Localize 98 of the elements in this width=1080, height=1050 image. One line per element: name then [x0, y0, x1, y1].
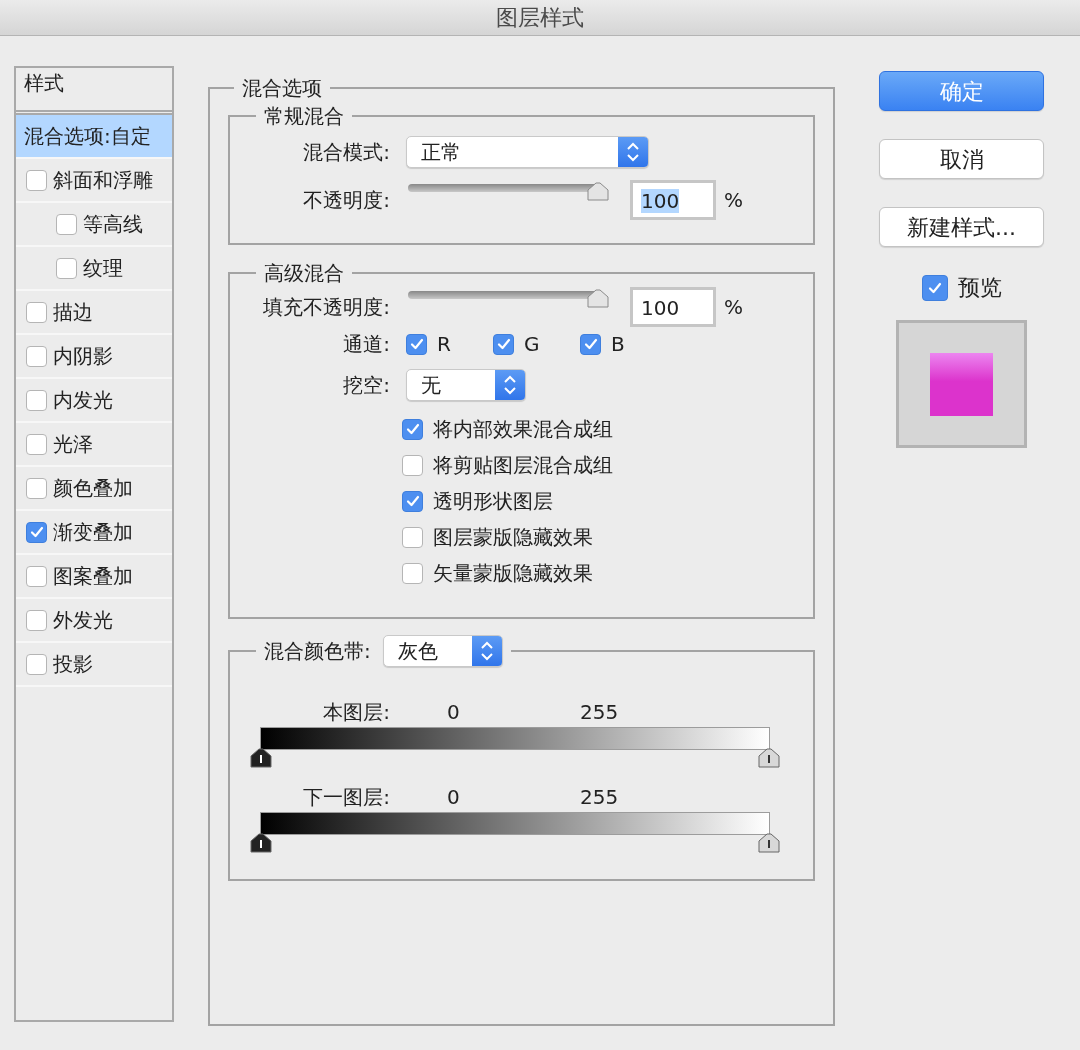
- number-field[interactable]: 100: [630, 180, 716, 220]
- item-label: 混合选项:自定: [24, 123, 151, 150]
- section-title: 高级混合: [263, 260, 345, 287]
- check-icon: [29, 526, 44, 538]
- checkbox-label: 透明形状图层: [433, 488, 553, 515]
- check-icon: [405, 495, 420, 507]
- checkbox[interactable]: [493, 333, 514, 355]
- checkbox-label: B: [611, 331, 625, 358]
- blend-mode-dropdown[interactable]: 正常: [406, 136, 649, 168]
- check-icon: [583, 338, 598, 350]
- item-label: 渐变叠加: [53, 519, 133, 546]
- checkbox[interactable]: [26, 389, 47, 411]
- checkbox[interactable]: [402, 418, 423, 440]
- item-label: 外发光: [53, 607, 113, 634]
- range-value: 255: [579, 699, 619, 726]
- check-icon: [405, 423, 420, 435]
- sidebar-item[interactable]: 描边: [16, 291, 172, 335]
- field-label: 不透明度:: [302, 187, 390, 214]
- range-value: 0: [446, 784, 461, 811]
- field-label: 本图层:: [322, 699, 390, 726]
- checkbox[interactable]: [26, 301, 47, 323]
- sidebar-item[interactable]: 混合选项:自定: [16, 115, 172, 159]
- item-label: 等高线: [83, 211, 143, 238]
- field-label: 通道:: [342, 331, 390, 358]
- checkbox[interactable]: [26, 653, 47, 675]
- new-style-button[interactable]: 新建样式...: [879, 207, 1044, 247]
- item-label: 图案叠加: [53, 563, 133, 590]
- check-icon: [927, 281, 942, 294]
- slider-thumb[interactable]: [587, 182, 609, 202]
- checkbox[interactable]: [56, 257, 77, 279]
- item-label: 光泽: [53, 431, 93, 458]
- checkbox[interactable]: [580, 333, 601, 355]
- checkbox[interactable]: [26, 521, 47, 543]
- window-title: 图层样式: [496, 4, 584, 32]
- checkbox[interactable]: [402, 454, 423, 476]
- checkbox[interactable]: [402, 490, 423, 512]
- up-down-arrows-icon: [495, 370, 525, 400]
- item-label: 斜面和浮雕: [53, 167, 153, 194]
- check-icon: [409, 338, 424, 350]
- field-label: 下一图层:: [302, 784, 390, 811]
- sidebar-item[interactable]: 纹理: [16, 247, 172, 291]
- sidebar-item[interactable]: 颜色叠加: [16, 467, 172, 511]
- checkbox[interactable]: [26, 169, 47, 191]
- sidebar-item[interactable]: 投影: [16, 643, 172, 687]
- item-label: 描边: [53, 299, 93, 326]
- color-band-dropdown[interactable]: 灰色: [382, 635, 503, 667]
- check-icon: [496, 338, 511, 350]
- slider-thumb[interactable]: [758, 833, 780, 853]
- checkbox-label: G: [524, 331, 540, 358]
- up-down-arrows-icon: [618, 137, 648, 167]
- gradient-swatch: [930, 352, 993, 416]
- unit-label: %: [724, 294, 743, 321]
- field-label: 填充不透明度:: [262, 294, 390, 321]
- sidebar-item[interactable]: 斜面和浮雕: [16, 159, 172, 203]
- checkbox[interactable]: [402, 526, 423, 548]
- sidebar-item[interactable]: 外发光: [16, 599, 172, 643]
- checkbox[interactable]: [26, 477, 47, 499]
- sidebar-item[interactable]: 图案叠加: [16, 555, 172, 599]
- checkbox-label: 矢量蒙版隐藏效果: [433, 560, 593, 587]
- item-label: 纹理: [83, 255, 123, 282]
- sidebar-item[interactable]: 等高线: [16, 203, 172, 247]
- section-title: 混合颜色带:: [264, 638, 371, 665]
- checkbox[interactable]: [406, 333, 427, 355]
- checkbox-label: 图层蒙版隐藏效果: [433, 524, 593, 551]
- slider-thumb[interactable]: [250, 833, 272, 853]
- checkbox[interactable]: [26, 433, 47, 455]
- item-label: 内阴影: [53, 343, 113, 370]
- checkbox-label: R: [437, 331, 451, 358]
- checkbox[interactable]: [26, 565, 47, 587]
- checkbox-label: 将剪贴图层混合成组: [433, 452, 613, 479]
- sidebar-item[interactable]: 内阴影: [16, 335, 172, 379]
- up-down-arrows-icon: [471, 636, 502, 666]
- sidebar-item[interactable]: 内发光: [16, 379, 172, 423]
- checkbox[interactable]: [402, 562, 423, 584]
- slider-thumb[interactable]: [587, 289, 609, 309]
- item-label: 内发光: [53, 387, 113, 414]
- checkbox[interactable]: [56, 213, 77, 235]
- unit-label: %: [724, 187, 743, 214]
- number-field[interactable]: 100: [630, 287, 716, 327]
- sidebar-item[interactable]: 渐变叠加: [16, 511, 172, 555]
- cancel-button[interactable]: 取消: [879, 139, 1044, 179]
- section-title: 混合选项: [241, 75, 323, 102]
- checkbox-label: 将内部效果混合成组: [433, 416, 613, 443]
- checkbox-label: 预览: [957, 274, 1002, 302]
- slider-thumb[interactable]: [758, 748, 780, 768]
- item-label: 投影: [53, 651, 93, 678]
- section-title: 常规混合: [263, 103, 345, 130]
- range-value: 255: [579, 784, 619, 811]
- checkbox[interactable]: [921, 274, 948, 301]
- knockout-dropdown[interactable]: 无: [406, 369, 526, 401]
- range-value: 0: [446, 699, 461, 726]
- checkbox[interactable]: [26, 609, 47, 631]
- checkbox[interactable]: [26, 345, 47, 367]
- field-label: 混合模式:: [302, 139, 390, 166]
- item-label: 颜色叠加: [53, 475, 133, 502]
- slider-thumb[interactable]: [250, 748, 272, 768]
- field-label: 挖空:: [342, 372, 390, 399]
- sidebar-item[interactable]: 光泽: [16, 423, 172, 467]
